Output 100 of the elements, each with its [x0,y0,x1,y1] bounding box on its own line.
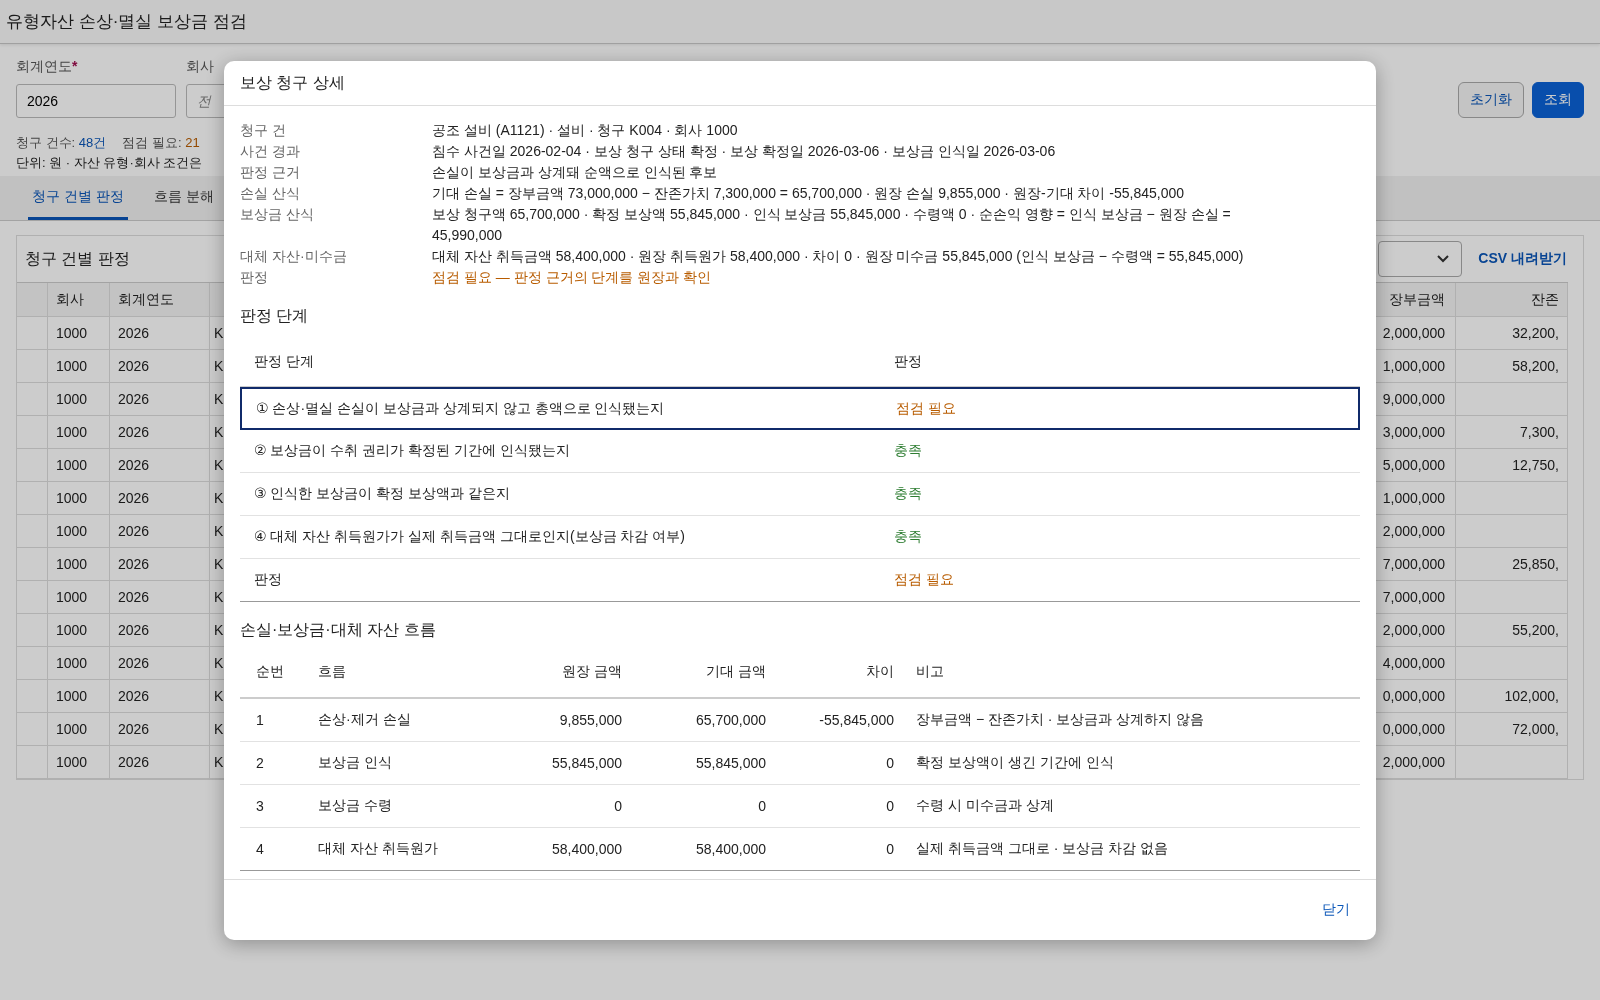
table-cell-text: ④ 대체 자산 취득원가가 실제 취득금액 그대로인지(보상금 차감 여부) [253,527,686,546]
column-header: 차이 [865,662,895,681]
table-cell: 2026 [110,383,210,415]
field-label: 회계연도 [16,58,72,76]
column-header: 회사 [48,283,110,316]
detail-label: 판정 [240,268,269,287]
detail-value: 기대 손실 = 장부금액 73,000,000 − 잔존가치 7,300,000 = 65,700,000 · 원장 손실 9,855,000 · 원장-기대 차이 -55,845,000 [432,184,1186,203]
table-cell-text: ③ 인식한 보상금이 확정 보상액과 같은지 [253,484,511,503]
table-cell-text: 3 [255,797,265,816]
table-cell-text: 보상금 수령 [317,796,393,815]
detail-value: 보상 청구액 65,700,000 · 확정 보상액 55,845,000 · 인식 보상금 55,845,000 · 수령액 0 · 순손익 영향 = 인식 보상금 − 원장 손실 = 45,990,000 [432,205,1232,245]
year-field[interactable]: 2026 [16,84,176,118]
table-cell: 2026 [110,647,210,679]
table-cell-text: 0 [885,754,895,773]
tab[interactable]: 청구 건별 판정 [28,176,128,220]
table-cell: 1000 [48,449,110,481]
dropdown[interactable] [1378,241,1463,277]
column-header: 판정 단계 [253,351,315,371]
table-cell: 1000 [48,680,110,712]
detail-label: 손실 산식 [240,184,301,203]
table-cell: 72,000, [1456,713,1568,745]
status-text: 충족 [893,527,923,546]
detail-label: 판정 근거 [240,163,301,182]
table-cell: 1000 [48,416,110,448]
table-cell-text: 0 [613,797,623,816]
table-cell: 1000 [48,581,110,613]
chevron-icon [1437,255,1450,263]
table-cell-text: 1 [255,711,265,730]
table-cell: 2026 [110,515,210,547]
detail-label: 사건 경과 [240,142,301,161]
selected-row[interactable]: ① 손상·멸실 손실이 보상금과 상계되지 않고 총액으로 인식됐는지 점검 필요 [240,387,1360,430]
table-cell-text: 수령 시 미수금과 상계 [915,796,1055,815]
column-header: 순번 [255,662,285,681]
table-cell: 2026 [110,713,210,745]
dialog-title: 보상 청구 상세 [240,72,345,93]
table-cell-text: 58,400,000 [550,840,623,859]
table-cell: 1000 [48,383,110,415]
column-header: 잔존 [1456,283,1568,316]
table-cell: 2026 [110,614,210,646]
column-header: 기대 금액 [705,662,767,681]
detail-label: 대체 자산·미수금 [240,247,348,266]
table-cell-text: 9,855,000 [558,711,623,730]
detail-value: 손실이 보상금과 상계돼 순액으로 인식된 후보 [432,163,719,182]
search-button[interactable]: 조회 [1532,82,1584,118]
panel-title: 청구 건별 판정 [25,248,130,269]
table-cell-text: -55,845,000 [818,711,895,730]
table-row[interactable]: ④ 대체 자산 취득원가가 실제 취득금액 그대로인지(보상금 차감 여부) 충족 [240,516,1360,559]
reset-button[interactable]: 초기화 [1458,82,1524,118]
table-cell-text: ② 보상금이 수취 권리가 확정된 기간에 인식됐는지 [253,441,571,460]
table-cell: 2026 [110,350,210,382]
table-cell-text: 실제 취득금액 그대로 · 보상금 차감 없음 [915,839,1169,858]
table-cell: 2026 [110,680,210,712]
table-cell: 1000 [48,647,110,679]
summary-text: 청구 건수: 48건 [16,134,107,152]
table-cell: 2026 [110,581,210,613]
column-header: 판정 [893,351,923,371]
section-title: 손실·보상금·대체 자산 흐름 [240,620,437,640]
status-text: 점검 필요 [893,570,955,589]
table-cell-text: ① 손상·멸실 손실이 보상금과 상계되지 않고 총액으로 인식됐는지 [255,398,666,418]
close-button[interactable]: 닫기 [1312,895,1360,925]
table-cell: 1000 [48,548,110,580]
table-cell: 7,300, [1456,416,1568,448]
table-row[interactable]: ② 보상금이 수취 권리가 확정된 기간에 인식됐는지 충족 [240,430,1360,473]
detail-value: 대체 자산 취득금액 58,400,000 · 원장 취득원가 58,400,000 · 차이 0 · 원장 미수금 55,845,000 (인식 보상금 − 수령액 = 55,845,000) [432,247,1245,266]
table-cell: 25,850, [1456,548,1568,580]
table-cell-text: 55,845,000 [550,754,623,773]
table-cell: 2026 [110,449,210,481]
table-cell-text: 장부금액 − 잔존가치 · 보상금과 상계하지 않음 [915,710,1206,729]
table-cell-text: 확정 보상액이 생긴 기간에 인식 [915,753,1115,772]
tab[interactable]: 흐름 분해 [149,176,218,220]
table-cell: 1000 [48,515,110,547]
table-row[interactable]: ③ 인식한 보상금이 확정 보상액과 같은지 충족 [240,473,1360,516]
detail-label: 보상금 산식 [240,205,315,224]
csv-download-link[interactable]: CSV 내려받기 [1478,250,1567,268]
status-text: 충족 [893,484,923,503]
table-cell: 1000 [48,350,110,382]
table-cell: 102,000, [1456,680,1568,712]
table-cell: 1000 [48,614,110,646]
table-cell: 55,200, [1456,614,1568,646]
detail-value: 점검 필요 — 판정 근거의 단계를 원장과 확인 [432,268,713,287]
table-cell-text: 대체 자산 취득원가 [317,839,439,858]
table-row[interactable]: 판정 점검 필요 [240,559,1360,602]
section-title: 판정 단계 [240,306,310,326]
required-mark: * [72,58,78,74]
detail-value: 공조 설비 (A1121) · 설비 · 청구 K004 · 회사 1000 [432,121,739,140]
column-header: 비고 [915,662,945,681]
table-cell-text: 보상금 인식 [317,753,393,772]
table-cell: 1000 [48,482,110,514]
table-cell-text: 65,700,000 [694,711,767,730]
field-label: 회사 [186,58,214,76]
column-header: 회계연도 [110,283,210,316]
table-cell: 1000 [48,746,110,778]
table-cell-text: 0 [885,840,895,859]
table-cell-text: 손상·제거 손실 [317,710,412,729]
table-cell: 1000 [48,713,110,745]
table-cell: 2026 [110,746,210,778]
detail-value: 침수 사건일 2026-02-04 · 보상 청구 상태 확정 · 보상 확정일 2026-03-06 · 보상금 인식일 2026-03-06 [432,142,1057,161]
table-cell: 2026 [110,416,210,448]
table-cell: 58,200, [1456,350,1568,382]
table-cell: 2026 [110,482,210,514]
